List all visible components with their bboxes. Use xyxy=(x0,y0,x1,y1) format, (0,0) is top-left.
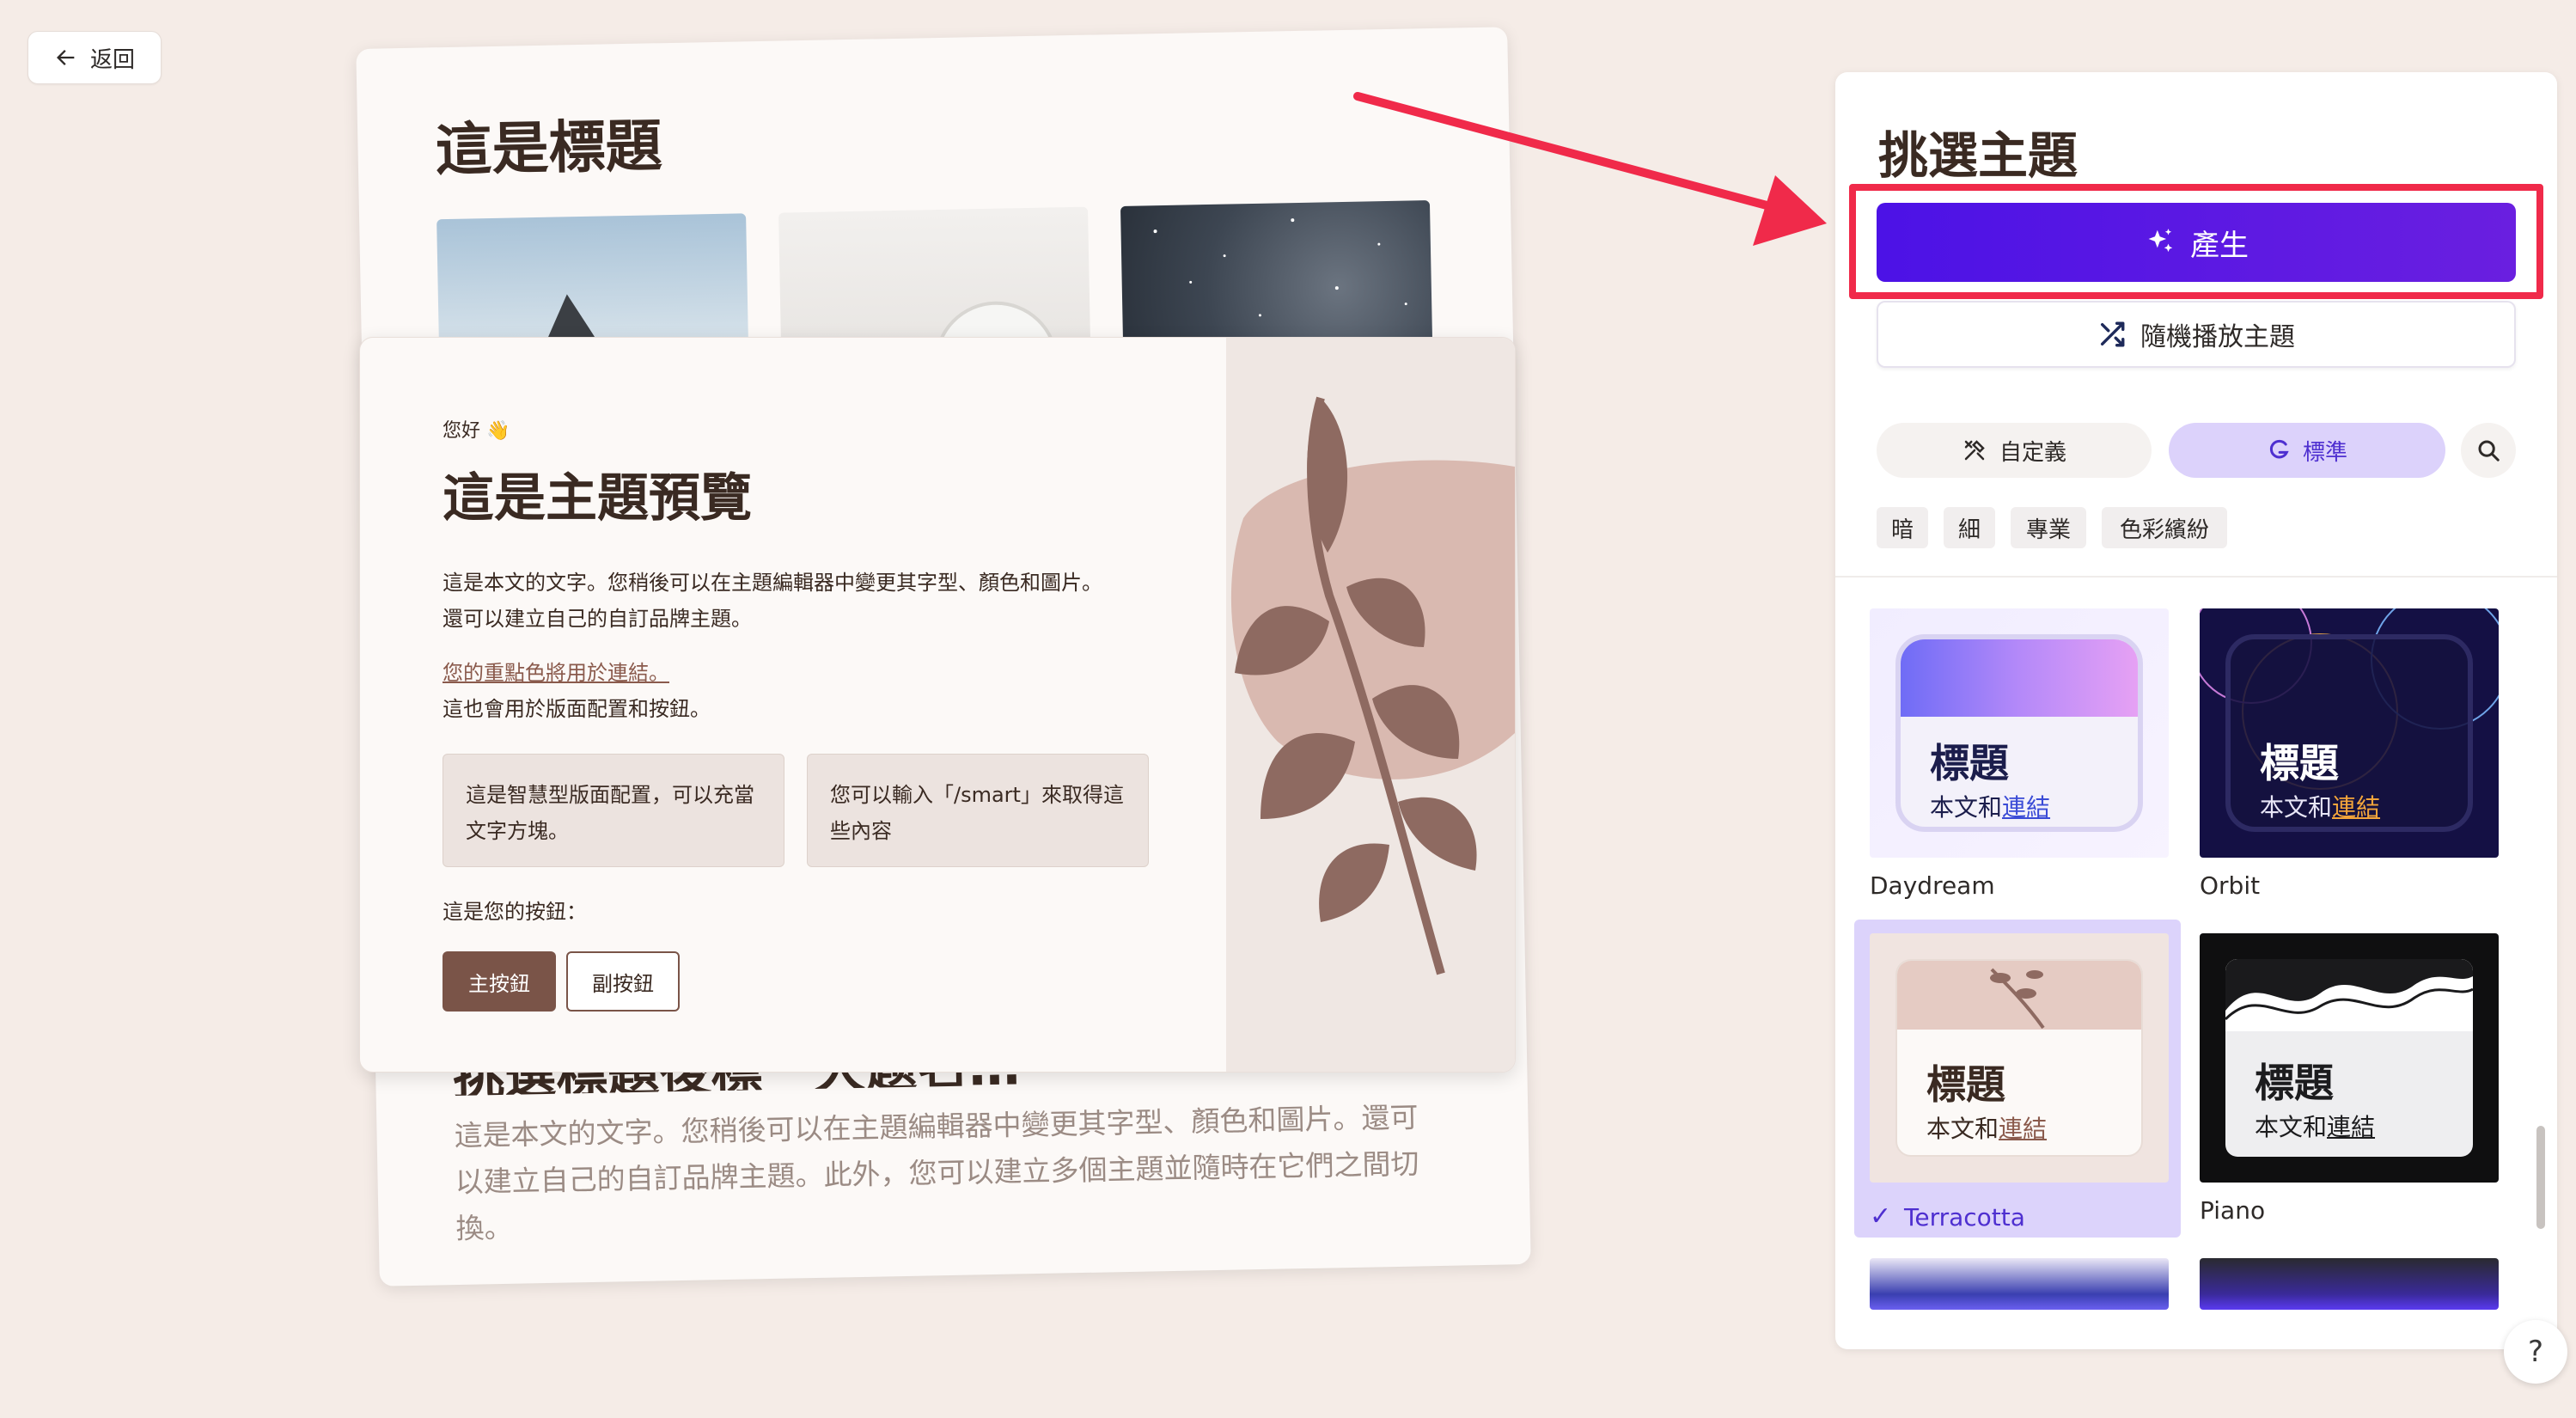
search-icon xyxy=(2478,440,2500,461)
filter-dark[interactable]: 暗 xyxy=(1877,507,1928,548)
accent-link[interactable]: 您的重點色將用於連結。 xyxy=(443,656,669,686)
theme-card-piano[interactable]: 標題 本文和連結 Piano xyxy=(2200,933,2516,1234)
greeting-text: 您好 👋 xyxy=(443,420,510,442)
theme-card-partial-1[interactable] xyxy=(1870,1258,2169,1310)
theme-sample-text: 本文和連結 xyxy=(2260,793,2381,822)
leaf-illustration xyxy=(1230,396,1515,975)
sparkle-icon xyxy=(2148,229,2173,253)
paint-tools-icon xyxy=(1964,440,1985,461)
preview-body-line-2: 還可以建立自己的自訂品牌主題。 xyxy=(443,607,752,631)
preview-title: 這是主題預覽 xyxy=(443,468,752,529)
theme-sample-title: 標題 xyxy=(2255,1060,2334,1106)
filter-thin[interactable]: 細 xyxy=(1944,507,1995,548)
preview-body-line-1: 這是本文的文字。您稍後可以在主題編輯器中變更其字型、顏色和圖片。 xyxy=(443,571,1102,595)
tab-custom[interactable]: 自定義 xyxy=(1877,423,2152,478)
wave-pattern xyxy=(2225,959,2473,1021)
theme-preview-card: 您好 👋 這是主題預覽 這是本文的文字。您稍後可以在主題編輯器中變更其字型、顏色… xyxy=(359,337,1516,1073)
gamma-logo-icon xyxy=(2269,439,2289,459)
filter-professional[interactable]: 專業 xyxy=(2011,507,2086,548)
generate-button[interactable]: 產生 xyxy=(1877,203,2516,282)
panel-divider xyxy=(1835,576,2557,578)
shuffle-themes-button[interactable]: 隨機播放主題 xyxy=(1877,301,2516,368)
shuffle-label: 隨機播放主題 xyxy=(2140,322,2295,352)
theme-thumbnail: 標題 本文和連結 xyxy=(2200,933,2499,1183)
annotation-arrow-icon xyxy=(1353,92,1827,246)
primary-button[interactable]: 主按鈕 xyxy=(443,951,556,1012)
tab-custom-label: 自定義 xyxy=(1999,439,2066,466)
theme-picker-panel: 挑選主題 產生 隨機播放主題 自定義 標準 暗 細 專業 色彩繽紛 標題 本文和… xyxy=(1835,72,2557,1349)
preview-body-text: 這是本文的文字。您稍後可以在主題編輯器中變更其字型、顏色和圖片。 還可以建立自己… xyxy=(443,565,1181,637)
theme-sample-text: 本文和連結 xyxy=(1926,1115,2048,1143)
shuffle-icon xyxy=(2100,321,2125,347)
tab-standard[interactable]: 標準 xyxy=(2169,423,2445,478)
smart-layout-box-1: 這是智慧型版面配置，可以充當文字方塊。 xyxy=(443,754,784,867)
tab-standard-label: 標準 xyxy=(2302,439,2347,466)
theme-sample-card: 標題 本文和連結 xyxy=(1895,959,2143,1157)
theme-card-orbit[interactable]: 標題 本文和連結 Orbit xyxy=(2200,608,2516,909)
preview-art-panel xyxy=(1226,338,1515,1072)
generate-label: 產生 xyxy=(2190,228,2249,263)
secondary-button[interactable]: 副按鈕 xyxy=(566,951,680,1012)
theme-card-terracotta[interactable]: 標題 本文和連結 ✓ Terracotta xyxy=(1854,920,2186,1238)
theme-name: Piano xyxy=(2200,1196,2266,1225)
leaf-mini-icon xyxy=(1990,968,2045,1030)
theme-card-partial-2[interactable] xyxy=(2200,1258,2499,1310)
theme-thumbnail: 標題 本文和連結 xyxy=(1870,608,2169,858)
theme-thumbnail: 標題 本文和連結 xyxy=(2200,608,2499,858)
buttons-label: 這是您的按鈕： xyxy=(443,900,587,924)
theme-name: Daydream xyxy=(1870,871,1995,900)
theme-sample-card: 標題 本文和連結 xyxy=(2225,959,2473,1157)
theme-thumbnail: 標題 本文和連結 xyxy=(1870,933,2169,1183)
theme-sample-title: 標題 xyxy=(1926,1061,2005,1108)
filter-colorful[interactable]: 色彩繽紛 xyxy=(2102,507,2227,548)
theme-sample-text: 本文和連結 xyxy=(1930,793,2051,822)
theme-sample-title: 標題 xyxy=(2260,740,2339,786)
theme-sample-title: 標題 xyxy=(1930,740,2009,786)
background-slide-title: 這是標題 xyxy=(434,113,663,184)
back-button[interactable]: 返回 xyxy=(27,31,162,84)
theme-sample-text: 本文和連結 xyxy=(2255,1113,2376,1141)
arrow-left-icon xyxy=(57,50,75,65)
theme-name: Orbit xyxy=(2200,871,2261,900)
theme-search-button[interactable] xyxy=(2461,423,2516,478)
background-slide-body: 這是本文的文字。您稍後可以在主題編輯器中變更其字型、顏色和圖片。還可以建立自己的… xyxy=(454,1100,1419,1246)
panel-scrollbar[interactable] xyxy=(2536,1126,2545,1229)
theme-name: Terracotta xyxy=(1904,1203,2025,1232)
panel-title: 挑選主題 xyxy=(1878,126,2079,185)
layout-note-text: 這也會用於版面配置和按鈕。 xyxy=(443,697,711,721)
smart-layout-box-2: 您可以輸入「/smart」來取得這些內容 xyxy=(807,754,1149,867)
back-label: 返回 xyxy=(89,46,135,73)
check-icon: ✓ xyxy=(1870,1201,1892,1232)
theme-card-daydream[interactable]: 標題 本文和連結 Daydream xyxy=(1870,608,2186,909)
theme-sample-card: 標題 本文和連結 xyxy=(2225,634,2473,832)
help-button[interactable]: ? xyxy=(2504,1320,2567,1384)
theme-sample-card: 標題 本文和連結 xyxy=(1895,634,2143,832)
